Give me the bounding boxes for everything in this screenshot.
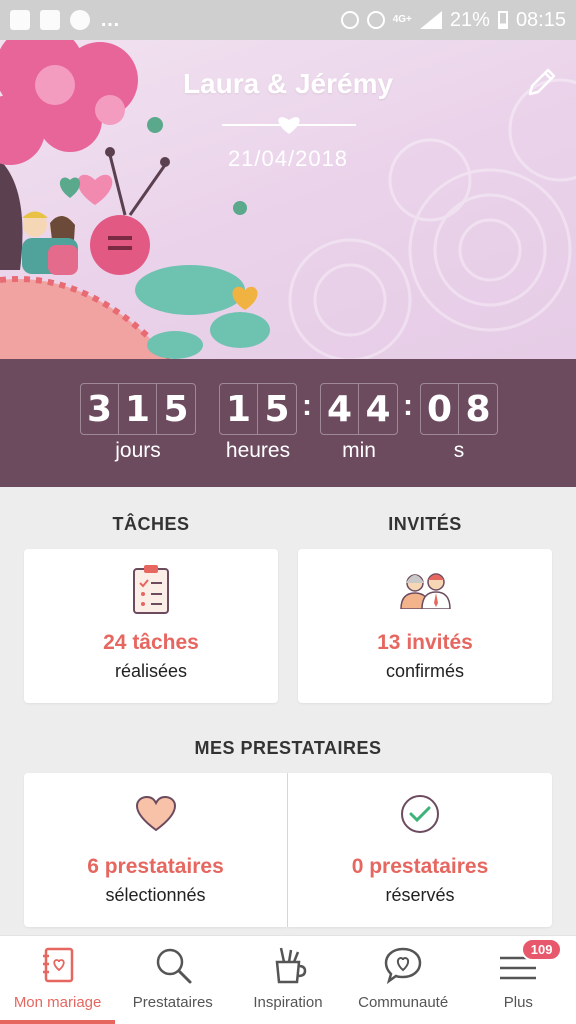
network-type: 4G+ [392, 14, 412, 25]
days-label: jours [115, 439, 161, 462]
seconds-digit: 8 [465, 388, 491, 430]
mail-icon [40, 10, 60, 30]
edit-pencil-icon[interactable] [524, 66, 558, 100]
seconds-counter: 0 8 [420, 383, 498, 435]
tasks-done-count: 24 tâches [103, 631, 199, 654]
selected-vendors-label: sélectionnés [105, 885, 206, 905]
time-separator: : [403, 389, 413, 422]
signal-icon [419, 11, 442, 29]
nav-label: Communauté [358, 994, 449, 1011]
tasks-done-label: réalisées [114, 661, 188, 681]
minutes-label: min [342, 439, 376, 462]
seconds-digit: 0 [421, 384, 459, 434]
minutes-counter: 4 4 [320, 383, 398, 435]
hours-counter: 1 5 [219, 383, 297, 435]
wedding-hero-banner: Laura & Jérémy 21/04/2018 [0, 40, 576, 359]
guests-card[interactable]: 13 invités confirmés [298, 549, 552, 703]
days-digit: 1 [119, 384, 157, 434]
battery-icon [497, 11, 508, 29]
guests-section-title: INVITÉS [388, 514, 462, 534]
countdown-bar: 3 1 5 1 5 : 4 4 : 0 8 jours heures min s [0, 359, 576, 487]
nav-communaute[interactable]: Communauté [346, 936, 461, 1024]
wedding-date: 21/04/2018 [227, 146, 349, 171]
notebook-icon [42, 947, 73, 983]
check-circle-icon [401, 795, 439, 833]
reserved-vendors-card[interactable]: 0 prestataires réservés [288, 773, 552, 927]
nav-label: Plus [503, 994, 533, 1011]
reserved-vendors-count: 0 prestataires [351, 855, 489, 878]
more-notifications-icon: … [100, 8, 121, 31]
mute-icon [340, 11, 359, 29]
minutes-digit: 4 [365, 388, 391, 430]
nav-inspiration[interactable]: Inspiration [230, 936, 345, 1024]
guests-confirmed-count: 13 invités [377, 631, 473, 654]
facebook-icon [10, 10, 30, 30]
seconds-label: s [453, 439, 465, 462]
couple-names: Laura & Jérémy [182, 68, 394, 99]
nav-mon-mariage[interactable]: Mon mariage [0, 936, 116, 1024]
chat-heart-icon [384, 947, 422, 985]
battery-percent: 21% [449, 8, 490, 31]
status-bar: … 4G+ 21% 08:15 [0, 0, 576, 40]
days-digit: 3 [81, 384, 119, 434]
vendors-section-title: MES PRESTATAIRES [194, 738, 382, 758]
heart-icon [135, 795, 176, 832]
heart-divider [222, 117, 356, 134]
selected-vendors-card[interactable]: 6 prestataires sélectionnés [24, 773, 287, 927]
notification-icon [70, 10, 90, 30]
pencil-cup-icon [275, 947, 307, 984]
nav-plus[interactable]: 109 Plus [461, 936, 576, 1024]
bottom-navigation: Mon mariage Prestataires Inspiration Com… [0, 935, 576, 1024]
guests-confirmed-label: confirmés [385, 661, 465, 681]
reserved-vendors-label: réservés [385, 885, 455, 905]
clock: 08:15 [515, 8, 566, 31]
hours-digit: 1 [220, 384, 258, 434]
guests-couple-icon [400, 573, 451, 609]
tasks-card[interactable]: 24 tâches réalisées [24, 549, 278, 703]
tasks-section-title: TÂCHES [112, 514, 190, 534]
minutes-digit: 4 [321, 384, 359, 434]
nav-label: Mon mariage [13, 994, 102, 1011]
nav-label: Inspiration [253, 994, 323, 1011]
nav-prestataires[interactable]: Prestataires [115, 936, 230, 1024]
notification-badge: 109 [520, 938, 563, 961]
alarm-icon [366, 11, 385, 29]
hours-digit: 5 [264, 388, 290, 430]
search-icon [156, 948, 192, 984]
nav-label: Prestataires [132, 994, 213, 1011]
days-digit: 5 [163, 388, 189, 430]
selected-vendors-count: 6 prestataires [87, 855, 224, 878]
time-separator: : [302, 389, 312, 422]
hours-label: heures [225, 439, 291, 462]
days-counter: 3 1 5 [80, 383, 196, 435]
clipboard-checklist-icon [133, 565, 169, 614]
